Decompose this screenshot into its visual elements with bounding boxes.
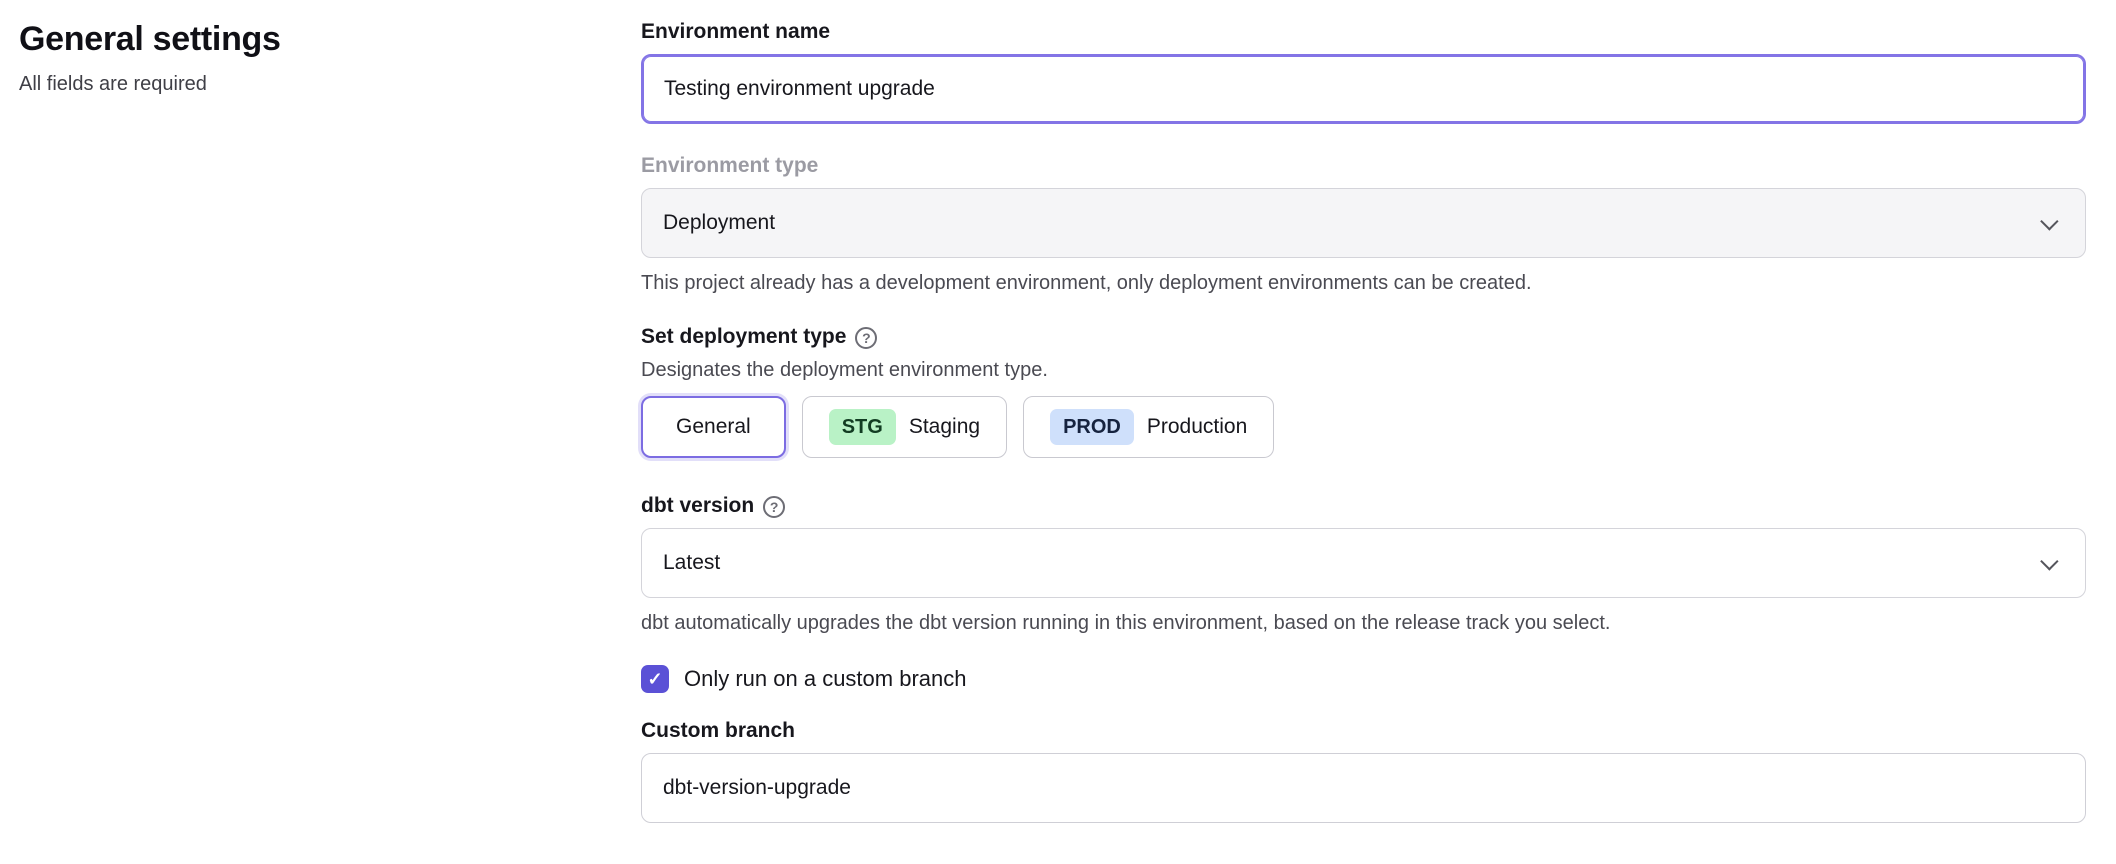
dbt-version-label: dbt version: [641, 494, 754, 518]
deployment-type-general-button[interactable]: General: [641, 396, 786, 458]
deployment-type-label: Set deployment type: [641, 325, 846, 349]
production-badge: PROD: [1050, 409, 1134, 445]
environment-settings-form: Environment name Environment type Deploy…: [641, 20, 2086, 853]
deployment-type-general-label: General: [676, 415, 751, 439]
general-settings-page: General settings All fields are required…: [0, 0, 2116, 853]
deployment-type-staging-button[interactable]: STG Staging: [802, 396, 1007, 458]
chevron-down-icon: [2040, 212, 2058, 230]
checkmark-icon: ✓: [647, 669, 662, 690]
dbt-version-value: Latest: [663, 551, 720, 575]
help-icon[interactable]: ?: [763, 496, 785, 518]
page-title: General settings: [19, 20, 641, 59]
custom-branch-label: Custom branch: [641, 719, 795, 743]
deployment-type-options: General STG Staging PROD Production: [641, 396, 2086, 458]
page-subtitle: All fields are required: [19, 73, 641, 96]
environment-name-group: Environment name: [641, 20, 2086, 124]
deployment-type-production-label: Production: [1147, 415, 1247, 439]
deployment-type-group: Set deployment type ? Designates the dep…: [641, 325, 2086, 458]
environment-type-label: Environment type: [641, 154, 818, 178]
staging-badge: STG: [829, 409, 896, 445]
deployment-type-production-button[interactable]: PROD Production: [1023, 396, 1274, 458]
dbt-version-helper: dbt automatically upgrades the dbt versi…: [641, 612, 2086, 635]
chevron-down-icon: [2040, 552, 2058, 570]
dbt-version-select[interactable]: Latest: [641, 528, 2086, 598]
custom-branch-checkbox[interactable]: ✓: [641, 665, 669, 693]
custom-branch-toggle-label: Only run on a custom branch: [684, 666, 966, 692]
custom-branch-input[interactable]: [641, 753, 2086, 823]
environment-type-select[interactable]: Deployment: [641, 188, 2086, 258]
environment-type-value: Deployment: [663, 211, 775, 235]
environment-name-input[interactable]: [641, 54, 2086, 124]
custom-branch-group: Custom branch: [641, 719, 2086, 823]
dbt-version-group: dbt version ? Latest dbt automatically u…: [641, 494, 2086, 635]
settings-header: General settings All fields are required: [19, 20, 641, 853]
environment-type-helper: This project already has a development e…: [641, 272, 2086, 295]
help-icon[interactable]: ?: [855, 327, 877, 349]
environment-type-group: Environment type Deployment This project…: [641, 154, 2086, 295]
environment-name-label: Environment name: [641, 20, 830, 44]
deployment-type-helper: Designates the deployment environment ty…: [641, 359, 2086, 382]
custom-branch-toggle-row: ✓ Only run on a custom branch: [641, 665, 2086, 693]
deployment-type-staging-label: Staging: [909, 415, 980, 439]
